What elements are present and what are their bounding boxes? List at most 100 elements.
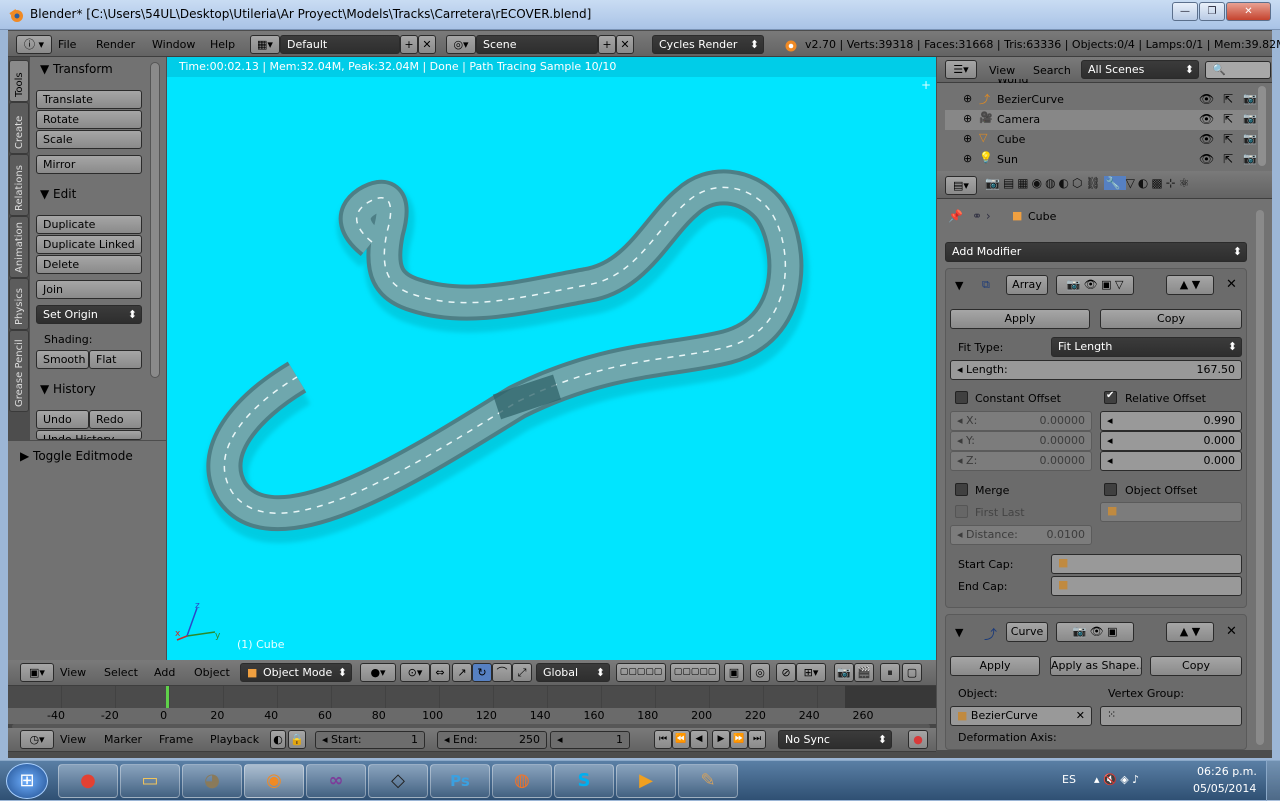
delete-button[interactable]: Delete: [36, 255, 142, 274]
outliner-row-beziercurve[interactable]: ⊕ ⤴ BezierCurve 👁 ⇱ 📷: [945, 90, 1263, 110]
clock-time[interactable]: 06:26 p.m.: [1197, 765, 1257, 778]
add-modifier-select[interactable]: Add Modifier ⬍: [945, 242, 1247, 262]
opengl-anim-icon[interactable]: 🎬: [854, 663, 874, 682]
array-collapse-icon[interactable]: ▼: [955, 279, 963, 292]
preview-range-icon[interactable]: ◐: [270, 730, 286, 749]
select-menu[interactable]: Select: [104, 666, 138, 679]
taskbar-explorer-icon[interactable]: ▭: [120, 764, 180, 798]
outliner-item-name[interactable]: BezierCurve: [997, 93, 1064, 106]
array-apply-button[interactable]: Apply: [950, 309, 1090, 329]
start-button-icon[interactable]: ⊞: [6, 763, 48, 799]
close-button[interactable]: ✕: [1226, 2, 1271, 21]
modifiers-tab-icon[interactable]: 🔧: [1103, 176, 1126, 190]
outliner-row-cube[interactable]: ⊕ ▽ Cube 👁 ⇱ 📷: [945, 130, 1263, 150]
render-toggle-icon[interactable]: 📷: [1243, 132, 1257, 145]
editor-type-3d-button[interactable]: ▣▾: [20, 663, 54, 682]
eye-icon[interactable]: 👁: [1199, 152, 1214, 166]
layout-field[interactable]: Default: [280, 35, 400, 54]
render-engine-select[interactable]: Cycles Render ⬍: [652, 35, 764, 54]
taskbar-unity-icon[interactable]: ◇: [368, 764, 428, 798]
curve-name-field[interactable]: Curve: [1006, 622, 1048, 642]
expand-icon[interactable]: ⊕: [963, 132, 972, 145]
length-field[interactable]: ◂ Length: 167.50: [950, 360, 1242, 380]
cursor-icon[interactable]: ⇱: [1223, 112, 1233, 126]
jump-keyframe-back-icon[interactable]: ⏪: [672, 730, 690, 749]
lock-range-icon[interactable]: 🔒: [288, 730, 306, 749]
current-frame-field[interactable]: ◂ 1: [550, 731, 630, 749]
scale-button[interactable]: Scale: [36, 130, 142, 149]
curve-copy-button[interactable]: Copy: [1150, 656, 1242, 676]
rotate-button[interactable]: Rotate: [36, 110, 142, 129]
expand-icon[interactable]: ⊕: [963, 92, 972, 105]
properties-scrollbar[interactable]: [1256, 210, 1264, 745]
cursor-icon[interactable]: ⇱: [1223, 92, 1233, 106]
scene-add-icon[interactable]: +: [598, 35, 616, 54]
taskbar-origin-icon[interactable]: ◍: [492, 764, 552, 798]
scale-manipulator-icon[interactable]: ⤢: [512, 663, 532, 682]
duplicate-linked-button[interactable]: Duplicate Linked: [36, 235, 142, 254]
relative-z-field[interactable]: ◂ 0.000: [1100, 451, 1242, 471]
taskbar-chrome-icon[interactable]: ●: [58, 764, 118, 798]
relative-y-field[interactable]: ◂ 0.000: [1100, 431, 1242, 451]
outliner-item-name[interactable]: Sun: [997, 153, 1018, 166]
object-offset-checkbox[interactable]: [1104, 483, 1117, 496]
join-button[interactable]: Join: [36, 280, 142, 299]
object-menu[interactable]: Object: [194, 666, 230, 679]
tool-shelf-scrollbar[interactable]: [150, 62, 160, 378]
distance-field[interactable]: ◂ Distance: 0.0100: [950, 525, 1092, 545]
array-copy-button[interactable]: Copy: [1100, 309, 1242, 329]
snap-element-button[interactable]: ⊞▾: [796, 663, 826, 682]
redo-button[interactable]: Redo: [89, 410, 142, 429]
clock-date[interactable]: 05/05/2014: [1193, 782, 1256, 795]
layers-group-2[interactable]: ▢▢▢▢▢: [670, 663, 720, 682]
curve-move-buttons[interactable]: ▲ ▼: [1166, 622, 1214, 642]
outliner-filter-select[interactable]: All Scenes ⬍: [1081, 60, 1199, 79]
timeline-playback-menu[interactable]: Playback: [210, 733, 259, 746]
minimize-button[interactable]: —: [1172, 2, 1198, 21]
editor-type-properties-button[interactable]: ▤▾: [945, 176, 977, 195]
outliner-scrollbar[interactable]: [1258, 86, 1266, 166]
add-menu[interactable]: Add: [154, 666, 175, 679]
scene-field[interactable]: Scene: [476, 35, 598, 54]
menu-help[interactable]: Help: [210, 38, 235, 51]
taskbar-blender-icon[interactable]: ◉: [244, 764, 304, 798]
array-move-buttons[interactable]: ▲ ▼: [1166, 275, 1214, 295]
taskbar-paint-icon[interactable]: ✎: [678, 764, 738, 798]
jump-keyframe-forward-icon[interactable]: ⏩: [730, 730, 748, 749]
render-toggle-icon[interactable]: 📷: [1243, 152, 1257, 165]
offset-object-field[interactable]: ■: [1100, 502, 1242, 522]
array-name-field[interactable]: Array: [1006, 275, 1048, 295]
viewport-shading-button[interactable]: ●▾: [360, 663, 396, 682]
clear-field-icon[interactable]: ✕: [1076, 707, 1085, 725]
end-cap-field[interactable]: ■: [1051, 576, 1242, 596]
record-icon[interactable]: ●: [908, 730, 928, 749]
scene-remove-icon[interactable]: ✕: [616, 35, 634, 54]
object-mode-select[interactable]: ■ Object Mode ⬍: [240, 663, 352, 682]
flat-button[interactable]: Flat: [89, 350, 142, 369]
outliner-search-input[interactable]: 🔍: [1205, 61, 1271, 79]
sync-mode-select[interactable]: No Sync ⬍: [778, 730, 892, 749]
constant-x-field[interactable]: ◂ X: 0.00000: [950, 411, 1092, 431]
proportional-edit-icon[interactable]: ◎: [750, 663, 770, 682]
cursor-icon[interactable]: ⇱: [1223, 132, 1233, 146]
jump-start-icon[interactable]: ⏮: [654, 730, 672, 749]
edit-panel-header[interactable]: ▼ Edit: [40, 187, 76, 201]
toggle-editmode-header[interactable]: ▶ Toggle Editmode: [20, 449, 133, 463]
undo-history-button[interactable]: Undo History: [36, 430, 142, 440]
outliner-view-menu[interactable]: View: [989, 64, 1015, 77]
timeline-frame-menu[interactable]: Frame: [159, 733, 193, 746]
editor-type-outliner-button[interactable]: ☰▾: [945, 60, 977, 79]
menu-window[interactable]: Window: [152, 38, 195, 51]
render-toggle-icon[interactable]: 📷: [1243, 112, 1257, 125]
duplicate-button[interactable]: Duplicate: [36, 215, 142, 234]
start-frame-field[interactable]: ◂ Start: 1: [315, 731, 425, 749]
taskbar-skype-icon[interactable]: S: [554, 764, 614, 798]
curve-collapse-icon[interactable]: ▼: [955, 626, 963, 639]
relative-x-field[interactable]: ◂ 0.990: [1100, 411, 1242, 431]
taskbar-gimp-icon[interactable]: ◕: [182, 764, 242, 798]
expand-icon[interactable]: ⊕: [963, 152, 972, 165]
outliner-item-name[interactable]: Camera: [997, 113, 1040, 126]
translate-manipulator-icon[interactable]: ↗: [452, 663, 472, 682]
play-reverse-icon[interactable]: ◀: [690, 730, 708, 749]
cursor-icon[interactable]: ⇱: [1223, 152, 1233, 166]
